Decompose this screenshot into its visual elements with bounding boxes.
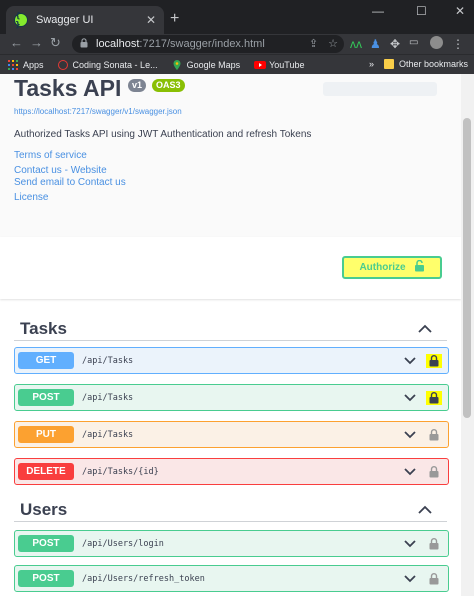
chevron-down-icon[interactable] (404, 467, 416, 476)
extension-icon[interactable]: ʌʌ (350, 37, 362, 51)
chevron-down-icon[interactable] (404, 356, 416, 365)
unlock-icon (414, 259, 425, 277)
folder-icon (383, 59, 394, 69)
contact-email-link[interactable]: Send email to Contact us (14, 177, 126, 188)
version-badge: v1 (128, 79, 147, 92)
chevron-up-icon[interactable] (418, 321, 432, 339)
browser-toolbar: ← → ↻ localhost:7217/swagger/index.html … (0, 34, 474, 54)
method-badge: GET (18, 352, 74, 369)
terms-of-service-link[interactable]: Terms of service (14, 150, 87, 161)
operation-path: /api/Tasks/{id} (82, 466, 159, 477)
maximize-icon[interactable]: ☐ (416, 4, 427, 18)
operation-path: /api/Users/login (82, 538, 164, 549)
bookmark-label: YouTube (269, 59, 305, 70)
back-icon[interactable]: ← (10, 35, 23, 50)
scrollbar-thumb[interactable] (463, 118, 471, 418)
tab-title: Swagger UI (36, 14, 94, 26)
lock-icon[interactable] (426, 572, 442, 586)
browser-tab[interactable]: { } Swagger UI ✕ (6, 6, 164, 34)
other-bookmarks[interactable]: Other bookmarks (399, 59, 468, 69)
lock-icon[interactable] (426, 465, 442, 479)
browser-tab-bar: { } Swagger UI ✕ + — ☐ ✕ (0, 0, 474, 34)
spec-url-link[interactable]: https://localhost:7217/swagger/v1/swagge… (14, 107, 182, 116)
chevron-up-icon[interactable] (418, 502, 432, 520)
close-window-icon[interactable]: ✕ (455, 4, 465, 18)
new-tab-button[interactable]: + (170, 10, 179, 28)
api-description: Authorized Tasks API using JWT Authentic… (14, 129, 312, 140)
chevron-down-icon[interactable] (404, 574, 416, 583)
lock-icon[interactable] (426, 353, 442, 368)
youtube-icon (254, 60, 267, 70)
operation-post-login[interactable]: POST /api/Users/login (14, 530, 449, 557)
lock-icon[interactable] (426, 537, 442, 551)
tab-search-icon[interactable]: ▭ (409, 37, 418, 48)
bookmark-coding-sonata[interactable]: Coding Sonata - Le... (57, 59, 158, 70)
reload-icon[interactable]: ↻ (50, 35, 61, 51)
avatar[interactable] (430, 36, 443, 49)
forward-icon[interactable]: → (30, 35, 43, 50)
operation-post-refresh-token[interactable]: POST /api/Users/refresh_token (14, 565, 449, 592)
bookmark-label: Apps (23, 59, 44, 70)
bookmark-label: Coding Sonata - Le... (72, 59, 158, 70)
oas-badge: OAS3 (152, 79, 185, 92)
method-badge: POST (18, 535, 74, 552)
operation-get-tasks[interactable]: GET /api/Tasks (14, 347, 449, 374)
contact-website-link[interactable]: Contact us - Website (14, 165, 107, 176)
operation-put-tasks[interactable]: PUT /api/Tasks (14, 421, 449, 448)
operation-path: /api/Tasks (82, 429, 134, 440)
license-link[interactable]: License (14, 192, 48, 203)
lock-icon[interactable] (426, 390, 442, 405)
method-badge: PUT (18, 426, 74, 443)
swagger-page: Tasks API v1 OAS3 https://localhost:7217… (0, 74, 474, 596)
operation-path: /api/Tasks (82, 392, 134, 403)
page-title: Tasks API (14, 75, 122, 101)
section-title-users[interactable]: Users (20, 500, 67, 520)
method-badge: POST (18, 570, 74, 587)
bookmarks-overflow-icon[interactable]: » (369, 59, 374, 69)
person-extension-icon[interactable]: ♟ (370, 37, 381, 51)
bookmark-youtube[interactable]: YouTube (254, 60, 304, 70)
bookmark-apps[interactable]: Apps (8, 59, 44, 70)
operation-delete-task[interactable]: DELETE /api/Tasks/{id} (14, 458, 449, 485)
bookmark-google-maps[interactable]: Google Maps (172, 59, 241, 70)
authorize-button[interactable]: Authorize (342, 256, 442, 279)
method-badge: DELETE (18, 463, 74, 480)
section-title-tasks[interactable]: Tasks (20, 319, 67, 339)
coding-sonata-icon (57, 59, 68, 70)
section-divider (14, 340, 447, 341)
menu-icon[interactable]: ⋮ (452, 37, 464, 51)
padlock-icon (80, 38, 88, 50)
chevron-down-icon[interactable] (404, 430, 416, 439)
puzzle-icon[interactable]: ✥ (390, 37, 400, 51)
section-divider (14, 521, 447, 522)
star-icon[interactable]: ☆ (328, 37, 338, 50)
chevron-down-icon[interactable] (404, 393, 416, 402)
bookmarks-bar: Apps Coding Sonata - Le... Google Maps Y… (0, 54, 474, 74)
share-icon[interactable]: ⇪ (309, 37, 318, 50)
minimize-icon[interactable]: — (372, 4, 384, 18)
operation-post-tasks[interactable]: POST /api/Tasks (14, 384, 449, 411)
bookmark-label: Google Maps (186, 59, 241, 70)
url-host: localhost (96, 38, 140, 50)
authorize-label: Authorize (359, 262, 406, 273)
map-pin-icon (172, 59, 182, 70)
swagger-favicon-icon: { } (14, 11, 28, 29)
faded-header-element (323, 82, 437, 96)
method-badge: POST (18, 389, 74, 406)
chevron-down-icon[interactable] (404, 539, 416, 548)
operation-path: /api/Users/refresh_token (82, 573, 205, 584)
url-path: :7217/swagger/index.html (139, 38, 265, 50)
address-bar[interactable]: localhost:7217/swagger/index.html ⇪ ☆ (72, 35, 344, 53)
tab-close-icon[interactable]: ✕ (146, 13, 156, 27)
operation-path: /api/Tasks (82, 355, 134, 366)
lock-icon[interactable] (426, 428, 442, 442)
apps-grid-icon (8, 59, 18, 70)
